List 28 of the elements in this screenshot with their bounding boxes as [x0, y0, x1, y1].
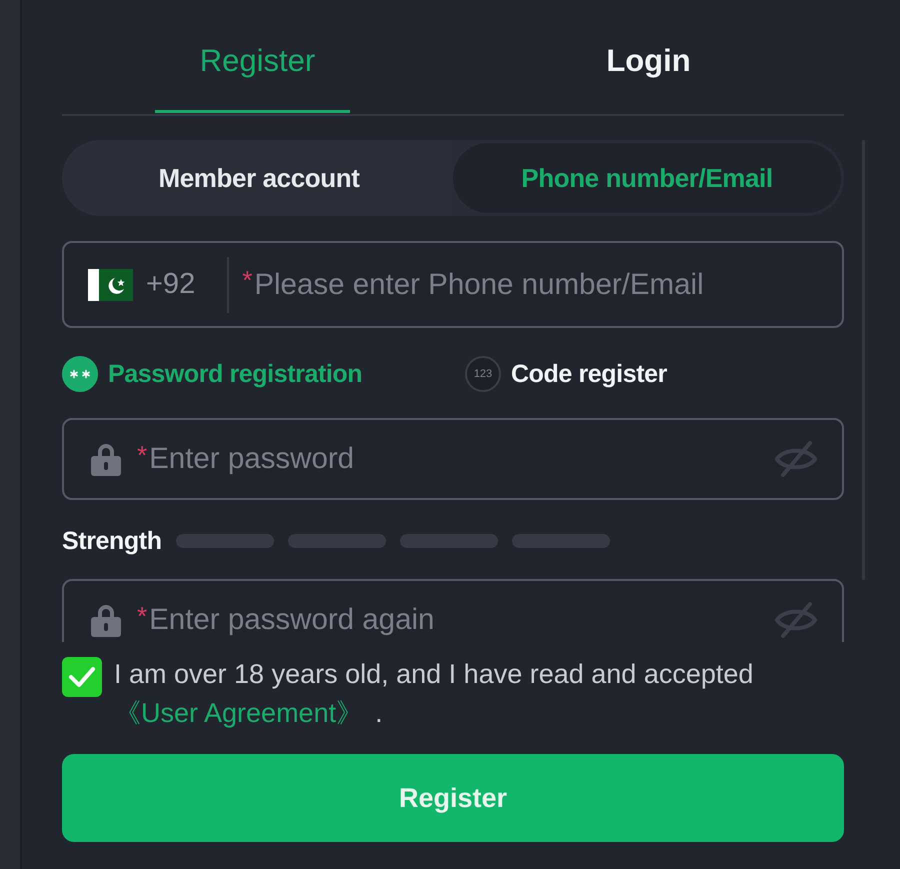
eye-off-icon[interactable]: [774, 440, 818, 478]
confirm-password-field[interactable]: *Enter password again: [62, 579, 844, 642]
register-method-option[interactable]: 123 Code register: [465, 356, 667, 392]
phone-input[interactable]: Please enter Phone number/Email: [252, 268, 818, 302]
lock-icon: [91, 442, 121, 476]
tab[interactable]: Register: [62, 38, 453, 114]
confirm-password-input[interactable]: Enter password again: [147, 603, 774, 637]
required-mark: *: [242, 265, 252, 296]
phone-field[interactable]: +92 *Please enter Phone number/Email: [62, 241, 844, 328]
strength-label: Strength: [62, 526, 162, 556]
register-method-option[interactable]: Password registration: [62, 356, 362, 392]
password-input[interactable]: Enter password: [147, 442, 774, 476]
required-mark: *: [137, 600, 148, 632]
lock-icon: [91, 603, 121, 637]
user-agreement-link[interactable]: 《User Agreement》: [114, 698, 364, 728]
eye-off-icon[interactable]: [774, 601, 818, 639]
required-mark: *: [137, 440, 148, 470]
check-icon: [68, 666, 96, 688]
numbers-icon: 123: [465, 356, 501, 392]
agreement-checkbox[interactable]: [62, 657, 102, 697]
password-field[interactable]: *Enter password: [62, 418, 844, 500]
agreement-text: I am over 18 years old, and I have read and accepted 《User Agreement》 .: [114, 658, 754, 730]
country-code[interactable]: +92: [146, 268, 196, 301]
tab[interactable]: Login: [453, 38, 844, 114]
asterisks-icon: [62, 356, 98, 392]
account-type-option[interactable]: Phone number/Email: [453, 143, 841, 213]
flag-icon: [88, 268, 133, 300]
account-type-option[interactable]: Member account: [65, 143, 453, 213]
